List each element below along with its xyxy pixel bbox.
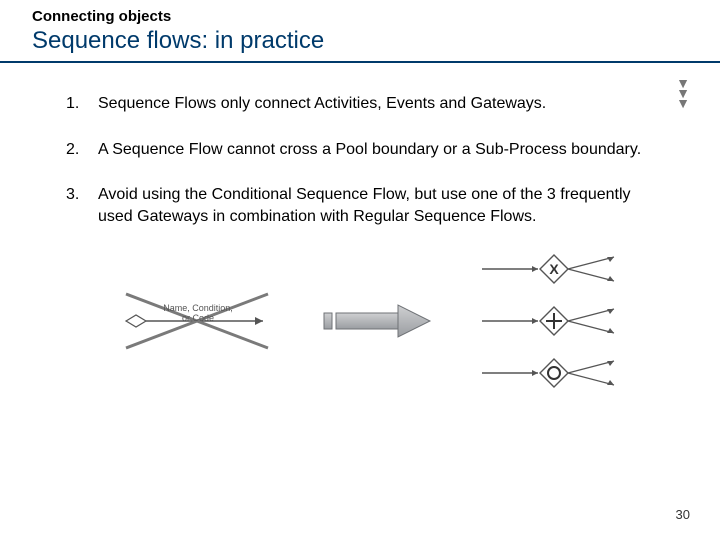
rules-list: Sequence Flows only connect Activities, …: [58, 93, 660, 227]
transform-arrow-icon: [318, 299, 438, 343]
slide-eyebrow: Connecting objects: [32, 8, 720, 25]
page-number: 30: [676, 507, 690, 522]
conditional-label-line1: Name, Condition,: [163, 303, 233, 313]
conditional-flow-figure: Name, Condition, or Code: [118, 286, 278, 356]
list-item: A Sequence Flow cannot cross a Pool boun…: [58, 139, 660, 161]
list-item: Avoid using the Conditional Sequence Flo…: [58, 184, 660, 227]
gateway-figures: X: [478, 251, 648, 391]
decorative-triangles: ▼▼▼: [676, 78, 692, 108]
list-item: Sequence Flows only connect Activities, …: [58, 93, 660, 115]
exclusive-gateway-figure: X: [478, 251, 648, 287]
svg-text:X: X: [549, 261, 559, 277]
conditional-label-line2: or Code: [182, 313, 214, 323]
parallel-gateway-figure: [478, 303, 648, 339]
inclusive-gateway-figure: [478, 355, 648, 391]
slide-title: Sequence flows: in practice: [32, 27, 720, 55]
